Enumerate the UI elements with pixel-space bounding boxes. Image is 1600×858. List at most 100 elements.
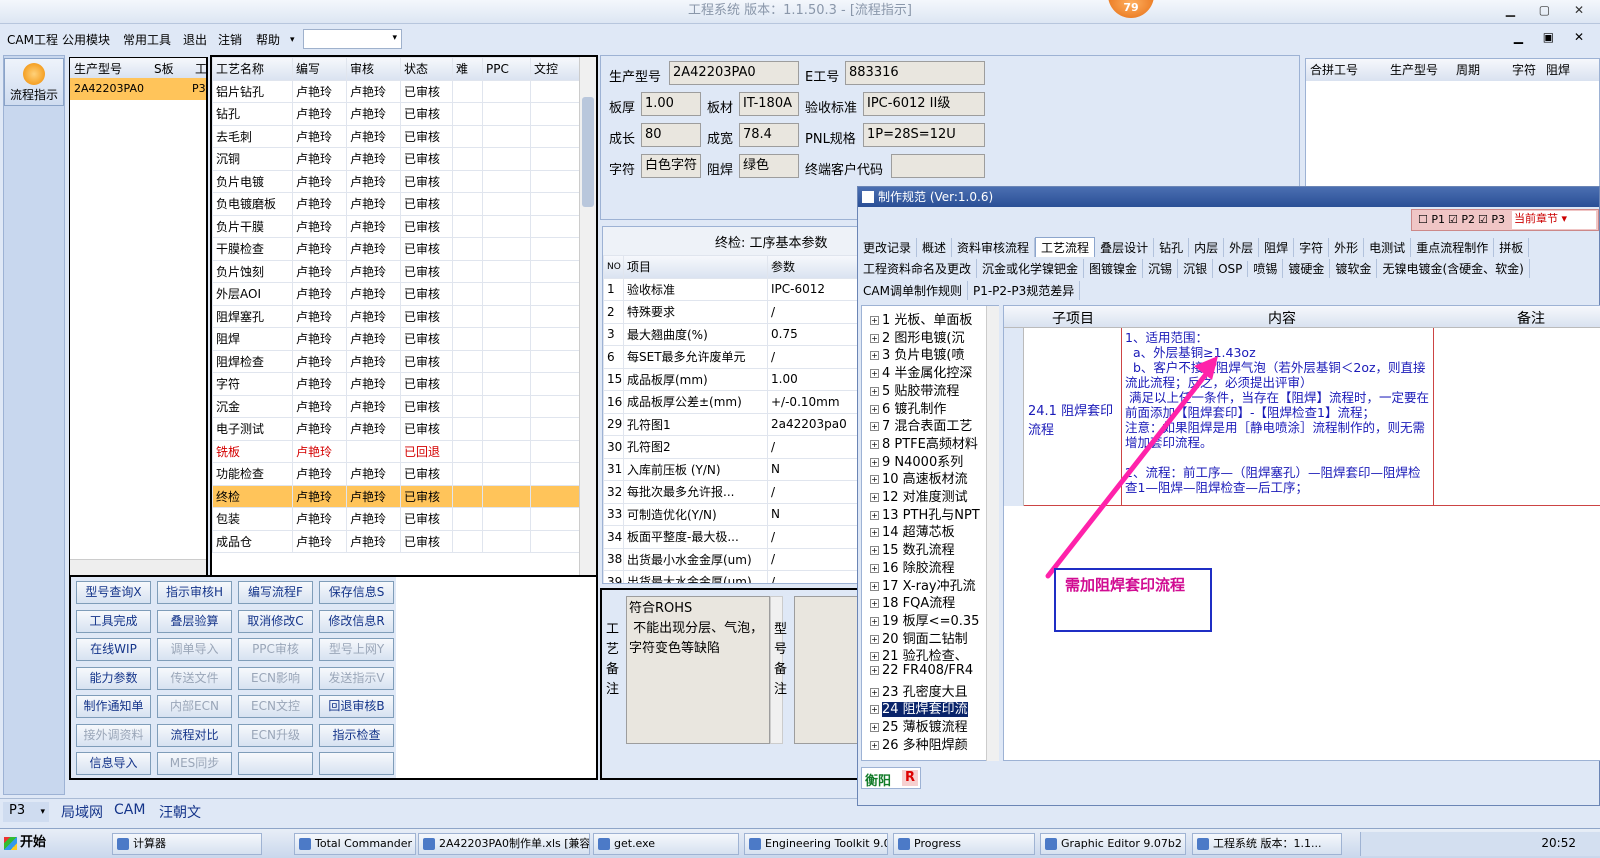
spec-tab[interactable]: 工艺流程 — [1035, 237, 1096, 257]
table-row[interactable]: 31 入库前压板 (Y/N) N — [603, 457, 859, 481]
tree-scrollbar[interactable] — [986, 306, 999, 761]
action-button[interactable]: PPC审核 — [238, 638, 313, 661]
mdi-controls[interactable]: ▁ ▣ ✕ — [1514, 30, 1592, 44]
tree-item[interactable]: +17 X-ray冲孔流 — [870, 575, 976, 594]
spec-tab[interactable]: P1-P2-P3规范差异 — [968, 281, 1081, 300]
expand-icon[interactable]: + — [870, 563, 879, 573]
table-row[interactable]: 外层AOI 卢艳玲 卢艳玲 已审核 — [212, 282, 580, 306]
menu-logout[interactable]: 注销 — [218, 31, 242, 48]
menu-overflow-icon[interactable]: ▾ — [290, 35, 295, 45]
action-button[interactable]: 制作通知单 — [76, 695, 151, 718]
taskbar-item[interactable]: Progress — [893, 833, 1035, 855]
expand-icon[interactable]: + — [870, 546, 879, 556]
spec-tab[interactable]: 镀硬金 — [1283, 259, 1331, 278]
p3-checkbox[interactable]: ☑ P3 — [1478, 213, 1505, 226]
column-header[interactable]: 难 — [452, 57, 483, 81]
table-row[interactable]: 38 出货最小水金金厚(um) / — [603, 547, 859, 571]
table-row[interactable]: 33 可制造优化(Y/N) N — [603, 502, 859, 526]
pnl-field[interactable]: 1P=28S=12U — [863, 123, 985, 147]
table-row[interactable]: 39 出货最大水金金厚(um) / — [603, 570, 859, 583]
column-header[interactable]: PPC — [482, 57, 531, 81]
action-button[interactable]: 修改信息R — [319, 609, 394, 633]
p1-checkbox[interactable]: ☐ P1 — [1418, 213, 1445, 226]
table-row[interactable]: 终检 卢艳玲 卢艳玲 已审核 — [212, 484, 580, 508]
expand-icon[interactable]: + — [870, 404, 879, 414]
spec-tab[interactable]: 重点流程制作 — [1411, 238, 1495, 257]
table-row[interactable]: 功能检查 卢艳玲 卢艳玲 已审核 — [212, 462, 580, 486]
spec-tab[interactable]: 沉锡 — [1143, 259, 1179, 278]
table-row[interactable]: 29 孔符图1 2a42203pa0 — [603, 412, 859, 436]
expand-icon[interactable]: + — [870, 634, 879, 644]
spec-tab[interactable]: 镀软金 — [1330, 259, 1378, 278]
tree-item[interactable]: +2 图形电镀(沉 — [870, 327, 964, 346]
spec-tab[interactable]: 图镀镍金 — [1084, 259, 1144, 278]
table-row[interactable]: 负片蚀刻 卢艳玲 卢艳玲 已审核 — [212, 259, 580, 283]
table-row[interactable]: 32 每批次最多允许报... / — [603, 480, 859, 504]
action-button[interactable]: 指示检查 — [319, 723, 394, 747]
tree-item[interactable]: +7 混合表面工艺 — [870, 415, 972, 434]
expand-icon[interactable]: + — [870, 510, 879, 520]
column-header[interactable]: 审核 — [346, 57, 401, 81]
table-row[interactable]: 1 验收标准 IPC-6012 — [603, 277, 859, 301]
expand-icon[interactable]: + — [870, 351, 879, 361]
status-tab-cam[interactable]: CAM — [114, 802, 145, 818]
spec-tab[interactable]: 内层 — [1189, 238, 1225, 257]
expand-icon[interactable]: + — [870, 687, 879, 697]
tree-item[interactable]: +14 超薄芯板 — [870, 521, 955, 540]
table-row[interactable]: 干膜检查 卢艳玲 卢艳玲 已审核 — [212, 237, 580, 261]
hengyang-icon[interactable]: 衡阳 — [865, 770, 891, 789]
expand-icon[interactable]: + — [870, 439, 879, 449]
action-button[interactable] — [319, 752, 394, 775]
p2-checkbox[interactable]: ☑ P2 — [1448, 213, 1475, 226]
expand-icon[interactable]: + — [870, 316, 879, 325]
expand-icon[interactable]: + — [870, 652, 879, 662]
table-row[interactable]: 2 特殊要求 / — [603, 300, 859, 324]
tree-item[interactable]: +19 板厚<=0.35 — [870, 610, 979, 629]
table-row[interactable]: 铣板 卢艳玲 已回退 — [212, 439, 580, 463]
column-header[interactable]: 参数 — [767, 255, 859, 279]
action-button[interactable]: 内部ECN — [157, 695, 232, 718]
table-row[interactable]: 负电镀磨板 卢艳玲 卢艳玲 已审核 — [212, 192, 580, 216]
expand-icon[interactable]: + — [870, 581, 879, 591]
spec-tab[interactable]: 沉金或化学镍钯金 — [977, 259, 1085, 278]
expand-icon[interactable]: + — [870, 457, 879, 467]
tree-item[interactable]: +24 阻焊套印流 — [870, 698, 968, 718]
tree-item[interactable]: +23 孔密度大且 — [870, 681, 968, 700]
column-header[interactable]: NO — [603, 255, 624, 279]
action-button[interactable]: 型号查询X — [76, 581, 151, 604]
tree-item[interactable]: +15 数孔流程 — [870, 539, 955, 558]
action-button[interactable]: 型号上网Y — [319, 638, 394, 661]
tree-item[interactable]: +8 PTFE高频材料 — [870, 433, 978, 452]
action-button[interactable]: 在线WIP — [76, 638, 151, 661]
expand-icon[interactable]: + — [870, 616, 879, 626]
table-row[interactable]: 铝片钻孔 卢艳玲 卢艳玲 已审核 — [212, 79, 580, 103]
tree-item[interactable]: +22 FR408/FR4 — [870, 663, 973, 678]
table-row[interactable]: 沉金 卢艳玲 卢艳玲 已审核 — [212, 394, 580, 418]
taskbar-item[interactable]: Graphic Editor 9.07b2 ... — [1040, 833, 1186, 855]
action-button[interactable]: 回退审核B — [319, 695, 394, 718]
taskbar-item[interactable]: Total Commander 7.0... — [294, 833, 416, 855]
menu-help[interactable]: 帮助 — [256, 31, 280, 48]
spec-tab[interactable]: 喷锡 — [1248, 259, 1284, 278]
action-button[interactable]: 编写流程F — [238, 581, 313, 604]
standard-field[interactable]: IPC-6012 II级 — [863, 92, 985, 116]
menu-cam[interactable]: CAM工程 — [7, 31, 58, 48]
r-icon[interactable]: R — [902, 770, 918, 786]
model-field[interactable]: 2A42203PA0 — [669, 61, 799, 85]
table-row[interactable]: 负片电镀 卢艳玲 卢艳玲 已审核 — [212, 169, 580, 193]
expand-icon[interactable]: + — [870, 493, 879, 502]
spec-tab[interactable]: CAM调单制作规则 — [858, 281, 968, 300]
expand-icon[interactable]: + — [870, 740, 879, 750]
model-row[interactable]: 2A42203PA0 P3 — [70, 78, 206, 100]
table-row[interactable]: 6 每SET最多允许废单元 / — [603, 345, 859, 369]
table-row[interactable]: 16 成品板厚公差±(mm) +/-0.10mm — [603, 390, 859, 414]
column-header[interactable]: 项目 — [623, 255, 768, 279]
action-button[interactable]: 指示审核H — [157, 581, 232, 604]
thickness-field[interactable]: 1.00 — [641, 92, 701, 116]
tree-item[interactable]: +3 负片电镀(喷 — [870, 344, 964, 363]
action-button[interactable]: 调单导入 — [157, 638, 232, 661]
start-button[interactable]: 开始 — [2, 832, 58, 856]
material-field[interactable]: IT-180A — [739, 92, 799, 116]
tree-item[interactable]: +20 铜面二钻制 — [870, 628, 968, 647]
status-combo[interactable]: P3 ▾ — [3, 802, 49, 822]
